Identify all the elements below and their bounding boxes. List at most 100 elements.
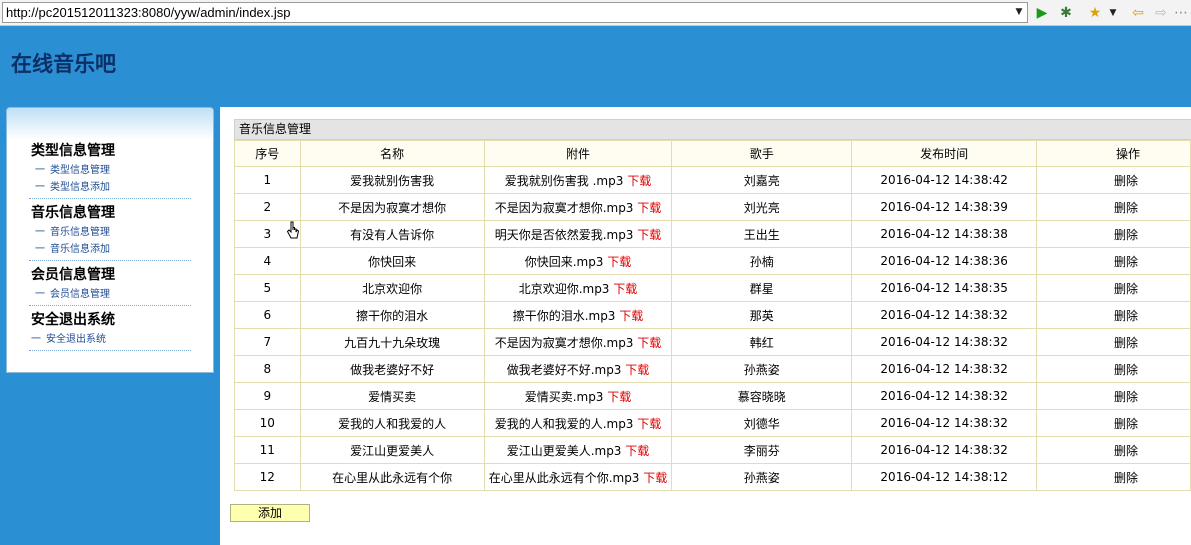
cell-singer: 孙燕姿: [671, 355, 853, 383]
delete-link[interactable]: 删除: [1114, 309, 1138, 323]
menu-group-type: 类型信息管理: [31, 143, 115, 159]
delete-link[interactable]: 删除: [1114, 336, 1138, 350]
file-name: 爱情买卖.mp3: [524, 389, 604, 404]
cell-no: 6: [234, 301, 301, 329]
cell-no: 4: [234, 247, 301, 275]
download-link[interactable]: 下载: [643, 471, 667, 485]
delete-link[interactable]: 删除: [1114, 471, 1138, 485]
address-bar: http://pc201512011323:8080/yyw/admin/ind…: [0, 0, 1191, 26]
file-name: 做我老婆好不好.mp3: [506, 362, 622, 377]
debug-icon[interactable]: ✱: [1057, 3, 1075, 23]
download-link[interactable]: 下载: [619, 309, 643, 323]
menu-item-music-add[interactable]: 一音乐信息添加: [35, 241, 213, 258]
cell-singer: 王出生: [671, 220, 853, 248]
bullet: 一: [31, 334, 41, 345]
table-row: 3 有没有人告诉你 明天你是否依然爱我.mp3 下载 王出生 2016-04-12 14…: [234, 220, 1191, 248]
cell-action: 删除: [1035, 409, 1191, 437]
menu-item-music-manage[interactable]: 一音乐信息管理: [35, 224, 213, 241]
delete-link[interactable]: 删除: [1114, 255, 1138, 269]
download-link[interactable]: 下载: [637, 201, 661, 215]
delete-link[interactable]: 删除: [1114, 201, 1138, 215]
table-row: 10 爱我的人和我爱的人 爱我的人和我爱的人.mp3 下载 刘德华 2016-04-12…: [234, 409, 1191, 437]
table-row: 6 擦干你的泪水 擦干你的泪水.mp3 下载 那英 2016-04-12 14:38:3…: [234, 301, 1191, 329]
cell-time: 2016-04-12 14:38:32: [851, 382, 1037, 410]
divider: [29, 350, 191, 351]
back-icon[interactable]: ⇦: [1129, 3, 1147, 23]
delete-link[interactable]: 删除: [1114, 228, 1138, 242]
download-link[interactable]: 下载: [607, 255, 631, 269]
table-row: 8 做我老婆好不好 做我老婆好不好.mp3 下载 孙燕姿 2016-04-12 14:3…: [234, 355, 1191, 383]
menu-item-type-add[interactable]: 一类型信息添加: [35, 179, 213, 196]
go-icon[interactable]: ▶: [1034, 3, 1050, 23]
cell-action: 删除: [1035, 274, 1191, 302]
cell-action: 删除: [1035, 328, 1191, 356]
cell-time: 2016-04-12 14:38:39: [851, 193, 1037, 221]
cell-no: 5: [234, 274, 301, 302]
menu-icon[interactable]: ⋯: [1174, 3, 1188, 23]
cell-time: 2016-04-12 14:38:32: [851, 301, 1037, 329]
delete-link[interactable]: 删除: [1114, 363, 1138, 377]
download-link[interactable]: 下载: [637, 336, 661, 350]
cell-singer: 慕容晓晓: [671, 382, 853, 410]
file-name: 北京欢迎你.mp3: [518, 281, 610, 296]
cell-no: 1: [234, 166, 301, 194]
cell-file: 不是因为寂寞才想你.mp3 下载: [483, 328, 673, 356]
delete-link[interactable]: 删除: [1114, 444, 1138, 458]
favorites-icon[interactable]: ★: [1086, 3, 1104, 23]
column-header-file: 附件: [483, 140, 673, 167]
delete-link[interactable]: 删除: [1114, 282, 1138, 296]
url-input[interactable]: http://pc201512011323:8080/yyw/admin/ind…: [2, 2, 1028, 23]
site-title: 在线音乐吧: [11, 51, 116, 76]
bullet: 一: [35, 165, 45, 176]
cell-time: 2016-04-12 14:38:38: [851, 220, 1037, 248]
cell-time: 2016-04-12 14:38:32: [851, 355, 1037, 383]
menu-item-member-manage[interactable]: 一会员信息管理: [35, 286, 213, 303]
download-link[interactable]: 下载: [637, 417, 661, 431]
cell-time: 2016-04-12 14:38:12: [851, 463, 1037, 491]
column-header-name: 名称: [299, 140, 485, 167]
download-link[interactable]: 下载: [627, 174, 651, 188]
file-name: 你快回来.mp3: [524, 254, 604, 269]
cell-action: 删除: [1035, 301, 1191, 329]
file-name: 爱我就别伤害我 .mp3: [504, 173, 624, 188]
bullet: 一: [35, 182, 45, 193]
download-link[interactable]: 下载: [625, 444, 649, 458]
delete-link[interactable]: 删除: [1114, 390, 1138, 404]
bullet: 一: [35, 244, 45, 255]
cell-singer: 刘德华: [671, 409, 853, 437]
cell-file: 明天你是否依然爱我.mp3 下载: [483, 220, 673, 248]
dropdown-arrow-icon[interactable]: ▼: [1012, 3, 1026, 22]
table-header-row: 序号 名称 附件 歌手 发布时间 操作: [234, 140, 1191, 167]
main-panel: 音乐信息管理 序号 名称 附件 歌手 发布时间 操作 1 爱我就别伤害我 爱我就别伤…: [220, 107, 1191, 545]
cell-file: 北京欢迎你.mp3 下载: [483, 274, 673, 302]
add-button[interactable]: 添加: [230, 504, 310, 522]
download-link[interactable]: 下载: [625, 363, 649, 377]
menu-item-type-manage[interactable]: 一类型信息管理: [35, 162, 213, 179]
table-row: 5 北京欢迎你 北京欢迎你.mp3 下载 群星 2016-04-12 14:38:35 删…: [234, 274, 1191, 302]
cell-action: 删除: [1035, 436, 1191, 464]
file-name: 不是因为寂寞才想你.mp3: [494, 335, 634, 350]
cell-time: 2016-04-12 14:38:35: [851, 274, 1037, 302]
download-link[interactable]: 下载: [613, 282, 637, 296]
menu-group-logout: 安全退出系统: [31, 312, 115, 328]
cell-name: 爱情买卖: [299, 382, 485, 410]
favorites-dropdown-icon[interactable]: ▼: [1108, 3, 1118, 23]
cell-time: 2016-04-12 14:38:32: [851, 328, 1037, 356]
table-row: 1 爱我就别伤害我 爱我就别伤害我 .mp3 下载 刘嘉亮 2016-04-12 14:…: [234, 166, 1191, 194]
cell-singer: 那英: [671, 301, 853, 329]
cell-file: 擦干你的泪水.mp3 下载: [483, 301, 673, 329]
forward-icon[interactable]: ⇨: [1152, 3, 1170, 23]
cell-file: 爱我的人和我爱的人.mp3 下载: [483, 409, 673, 437]
cell-action: 删除: [1035, 382, 1191, 410]
download-link[interactable]: 下载: [637, 228, 661, 242]
download-link[interactable]: 下载: [607, 390, 631, 404]
menu-item-logout[interactable]: 一安全退出系统: [31, 331, 213, 348]
music-table: 序号 名称 附件 歌手 发布时间 操作 1 爱我就别伤害我 爱我就别伤害我 .mp3…: [234, 140, 1191, 491]
cell-name: 有没有人告诉你: [299, 220, 485, 248]
cell-action: 删除: [1035, 220, 1191, 248]
menu-item-label: 音乐信息添加: [50, 244, 110, 255]
delete-link[interactable]: 删除: [1114, 174, 1138, 188]
file-name: 爱我的人和我爱的人.mp3: [494, 416, 634, 431]
cell-file: 爱江山更爱美人.mp3 下载: [483, 436, 673, 464]
delete-link[interactable]: 删除: [1114, 417, 1138, 431]
